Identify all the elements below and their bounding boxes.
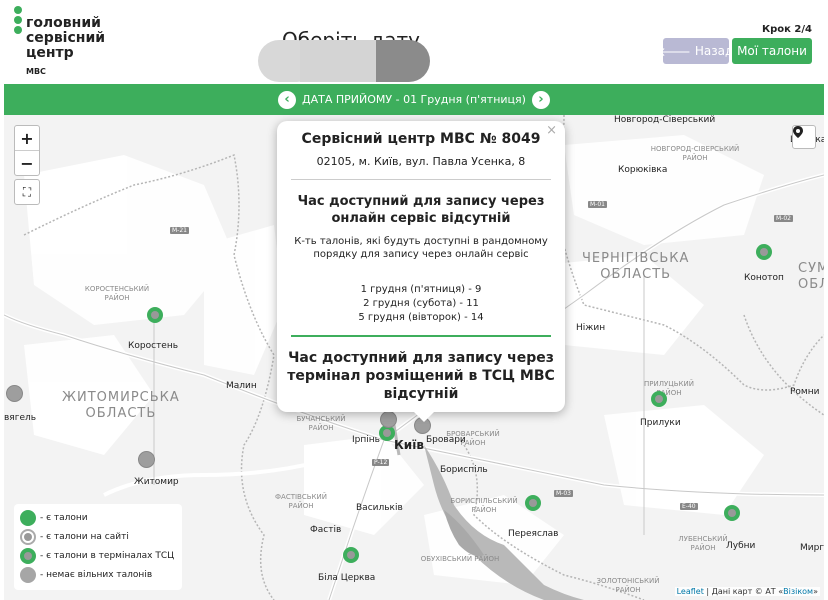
divider (291, 335, 551, 337)
service-center-marker[interactable] (343, 547, 359, 563)
place-label: Корюківка (618, 165, 668, 175)
place-label: Ірпінь (352, 435, 380, 445)
place-label: Мирго (800, 543, 824, 553)
step-indicator: Крок 2/4 (761, 24, 812, 35)
place-label: Житомир (134, 477, 179, 487)
header: головний сервісний центр МВС Оберіть дат… (0, 0, 828, 84)
region-label: ЖИТОМИРСЬКА ОБЛАСТЬ (62, 390, 180, 421)
legend-label: - є талони (40, 513, 88, 523)
logo-dots-icon (14, 6, 24, 36)
divider (291, 179, 551, 180)
rayon-label: КОРОСТЕНСЬКИЙ РАЙОН (84, 285, 150, 302)
redaction-blur (376, 40, 430, 82)
legend-ring-icon (20, 529, 36, 545)
road-label: M-02 (774, 215, 793, 222)
legend-item: - є талони (20, 510, 88, 526)
region-label: ЧЕРНІГІВСЬКА ОБЛАСТЬ (582, 251, 690, 282)
date-bar: ‹ ДАТА ПРИЙОМУ - 01 Грудня (п'ятниця) › (4, 84, 824, 115)
provider-link[interactable]: Візіком (783, 587, 813, 596)
legend-green-icon (20, 510, 36, 526)
back-button[interactable]: 🡐 Назад (659, 38, 733, 64)
map-legend: - є талони - є талони на сайті - є талон… (14, 504, 182, 590)
terminal-availability-heading: Час доступний для запису через термінал … (287, 350, 555, 402)
road-label: M-03 (554, 490, 573, 497)
logo-line: сервісний (26, 30, 106, 46)
zoom-in-button[interactable]: + (15, 126, 39, 150)
place-label: Прилуки (640, 418, 681, 428)
rayon-label: НОВГОРОД-СІВЕРСЬКИЙ РАЙОН (650, 145, 740, 162)
place-label: Бориспіль (440, 465, 488, 475)
place-label: Переяслав (508, 529, 559, 539)
region-label: СУМОБЛ (798, 261, 824, 292)
my-tickets-button[interactable]: Мої талони (732, 38, 812, 64)
place-label-capital: Київ (394, 438, 424, 452)
rayon-label: БОРИСПІЛЬСЬКИЙ РАЙОН (450, 497, 518, 514)
legend-label: - немає вільних талонів (40, 570, 153, 580)
place-label: Коростень (128, 341, 179, 351)
place-label: Фастів (310, 525, 342, 535)
arrow-left-icon: 🡐 (658, 44, 691, 59)
service-center-marker[interactable] (380, 411, 397, 428)
logo-line: центр (26, 45, 74, 61)
back-button-label: Назад (694, 44, 734, 58)
service-center-marker[interactable] (147, 307, 163, 323)
logo-subtitle: МВС (26, 67, 46, 76)
rayon-label: ФАСТІВСЬКИЙ РАЙОН (275, 493, 327, 510)
road-label: E-40 (680, 503, 698, 510)
legend-item: - є талони на сайті (20, 529, 129, 545)
legend-item: - немає вільних талонів (20, 567, 152, 583)
popup-title: Сервісний центр МВС № 8049 (301, 131, 541, 147)
place-label: Біла Церква (318, 573, 376, 583)
service-center-marker[interactable] (724, 505, 740, 521)
date-count: 5 грудня (вівторок) - 14 (358, 312, 484, 323)
zoom-out-button[interactable]: − (15, 150, 39, 175)
date-count: 1 грудня (п'ятниця) - 9 (360, 284, 482, 295)
place-label: вягель (4, 413, 37, 423)
road-label: P-12 (372, 459, 390, 466)
rayon-label: БУЧАНСЬКИЙ РАЙОН (296, 415, 346, 432)
road-label: M-21 (170, 227, 189, 234)
leaflet-link[interactable]: Leaflet (677, 587, 704, 596)
place-label: Васильків (356, 503, 403, 513)
rayon-label: ПРИЛУЦЬКИЙ РАЙОН (644, 380, 694, 397)
service-center-marker[interactable] (756, 244, 772, 260)
legend-label: - є талони в терміналах ТСЦ (40, 551, 175, 561)
date-label: ДАТА ПРИЙОМУ - 01 Грудня (п'ятниця) (302, 93, 526, 106)
popup-address: 02105, м. Київ, вул. Павла Усенка, 8 (316, 155, 526, 168)
service-center-marker[interactable] (138, 451, 155, 468)
legend-grey-icon (20, 567, 36, 583)
random-tickets-text: К-ть талонів, які будуть доступні в ранд… (294, 236, 548, 260)
service-center-marker[interactable] (651, 391, 667, 407)
place-label: Лубни (726, 541, 756, 551)
rayon-label: ОБУХІВСЬКИЙ РАЙОН (420, 555, 500, 563)
place-label: Конотоп (744, 273, 784, 283)
service-center-marker[interactable] (525, 495, 541, 511)
zoom-control: + − (14, 125, 40, 176)
legend-green-grey-icon (20, 548, 36, 564)
next-date-icon[interactable]: › (531, 90, 550, 109)
legend-item: - є талони в терміналах ТСЦ (20, 548, 174, 564)
prev-date-icon[interactable]: ‹ (278, 90, 297, 109)
map-attribution: Leaflet | Дані карт © АТ «Візіком» (674, 587, 820, 596)
road-label: M-01 (588, 201, 607, 208)
place-label: Малин (226, 381, 257, 391)
place-label: Ніжин (576, 323, 606, 333)
rayon-label: ЗОЛОТОНІСЬКИЙ РАЙОН (596, 577, 660, 594)
location-pin-icon[interactable] (792, 125, 816, 149)
service-center-popup: × Сервісний центр МВС № 8049 02105, м. К… (277, 121, 565, 422)
attribution-text: | Дані карт © АТ « (703, 587, 784, 596)
place-label: Ромни (790, 387, 820, 397)
attribution-text: » (813, 587, 818, 596)
logo[interactable]: головний сервісний центр (26, 16, 105, 61)
service-center-marker[interactable] (6, 385, 23, 402)
place-label: Новгород-Сіверський (614, 115, 716, 125)
online-availability-heading: Час доступний для запису через онлайн се… (297, 194, 545, 226)
fullscreen-icon[interactable]: ⛶ (14, 179, 40, 205)
legend-label: - є талони на сайті (40, 532, 129, 542)
logo-line: головний (26, 15, 101, 31)
date-count: 2 грудня (субота) - 11 (363, 298, 479, 309)
place-label: Бровари (426, 435, 466, 445)
